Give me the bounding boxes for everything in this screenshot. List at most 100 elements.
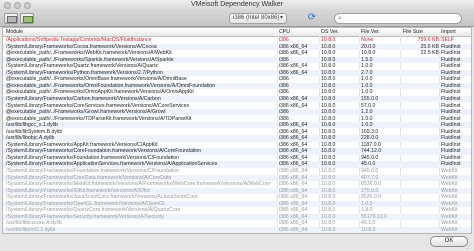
cell-file-ver: 1.0.0 <box>361 89 373 96</box>
cell-file-ver: 55179.13.0 <box>361 213 387 220</box>
cell-cpu: i386 <box>279 89 289 96</box>
cell-module: /System/Library/Frameworks/Foundation.fr… <box>6 154 179 161</box>
cell-import: WebKit <box>441 213 458 220</box>
table-row[interactable]: /System/Library/Frameworks/Carbon.framew… <box>3 95 471 103</box>
cell-import: FluidInst <box>441 154 461 161</box>
cell-os-ver: 10.8.0 <box>321 194 336 201</box>
window-icon <box>23 16 33 23</box>
cell-import: FluidInst <box>441 50 461 57</box>
cell-os-ver: 10.8.0 <box>321 63 336 70</box>
column-header-os-ver[interactable]: OS Ver. <box>321 29 339 35</box>
table-row[interactable]: @executable_path/../Frameworks/OmniFound… <box>3 82 471 90</box>
cell-cpu: i386 <box>279 82 289 89</box>
table-row[interactable]: /System/Library/Frameworks/Python.framew… <box>3 69 471 77</box>
table-row[interactable]: /System/Library/Frameworks/Quartz.framew… <box>3 63 471 70</box>
cell-file-ver: 1.0.0 <box>361 76 373 83</box>
table-row[interactable]: /System/Library/Frameworks/WebKit.framew… <box>3 181 471 188</box>
cell-module: /System/Library/Frameworks/CoreServices.… <box>6 102 190 109</box>
cell-file-ver: 407.7.0 <box>361 174 379 181</box>
resize-grip-icon[interactable]: ⋰ <box>466 243 472 250</box>
column-header-module[interactable]: Module <box>6 29 23 35</box>
cell-module: @executable_path/../Frameworks/WebKit.fr… <box>6 50 172 57</box>
refresh-icon[interactable]: ⟳ <box>306 12 318 24</box>
column-header-cpu[interactable]: CPU <box>279 29 290 35</box>
cell-file-ver: 8536.0.0 <box>361 181 382 188</box>
cell-cpu: i386 x86_64 <box>279 161 308 168</box>
table-row[interactable]: /System/Library/Frameworks/IOKit.framewo… <box>3 187 471 194</box>
cell-file-ver: 2.7.0 <box>361 69 373 76</box>
table-row[interactable]: /System/Library/Frameworks/CoreFoundatio… <box>3 148 471 155</box>
cell-os-ver: 10.8.0 <box>321 168 336 174</box>
table-row[interactable]: /System/Library/Frameworks/JavaScriptCor… <box>3 194 471 201</box>
cell-file-ver: 1.0.0 <box>361 200 373 207</box>
cell-cpu: i386 x86_64 <box>279 187 308 194</box>
cell-file-ver: 744.12.0 <box>361 148 382 155</box>
table-row[interactable]: /System/Library/Frameworks/CoreServices.… <box>3 102 471 109</box>
cell-cpu: i386 x86_64 <box>279 213 308 220</box>
cell-cpu: i386 x86_64 <box>279 194 308 201</box>
cell-file-ver: 1.2.0 <box>361 109 373 116</box>
cell-cpu: i386 x86_64 <box>279 102 308 109</box>
cell-import: FluidInst <box>441 102 461 109</box>
toolbar-left-button[interactable] <box>4 13 18 24</box>
table-row[interactable]: /usr/lib/libgcc_s.1.dylib i386 x86_64 10.8… <box>3 122 471 129</box>
cell-os-ver: 10.8.0 <box>321 207 336 214</box>
cell-os-ver: 10.8.0 <box>321 82 336 89</box>
table-row[interactable]: /usr/lib/libobjc.A.dylib i386 x86_64 10.8.… <box>3 135 471 142</box>
table-row[interactable]: @executable_path/../Frameworks/OmniAppKi… <box>3 89 471 96</box>
cell-file-size: 25.6 KB <box>420 43 439 50</box>
cell-file-ver: 57.0.0 <box>361 102 376 109</box>
table-row[interactable]: /System/Library/Frameworks/Foundation.fr… <box>3 154 471 161</box>
cell-import: FluidInst <box>441 122 461 129</box>
table-row[interactable]: /System/Library/Frameworks/AppKit.framew… <box>3 142 471 148</box>
table-row[interactable]: @executable_path/../Frameworks/OmniBase.… <box>3 76 471 83</box>
table-row[interactable]: /System/Library/Frameworks/ApplicationSe… <box>3 161 471 168</box>
cell-import: SELF <box>441 37 454 43</box>
toolbar-right-button[interactable] <box>20 13 34 24</box>
cell-module: /usr/lib/libicucore.A.dylib <box>6 220 62 227</box>
column-header-import[interactable]: Import <box>441 29 456 35</box>
cell-cpu: i386 <box>279 56 289 63</box>
column-header-file-ver[interactable]: File Ver. <box>361 29 380 35</box>
cell-cpu: i386 x86_64 <box>279 174 308 181</box>
cell-module: /System/Library/Frameworks/IOKit.framewo… <box>6 187 150 194</box>
cell-module: /System/Library/Frameworks/Quartz.framew… <box>6 63 158 70</box>
cell-file-ver: 275.0.0 <box>361 187 379 194</box>
table-row[interactable]: /usr/lib/libicucore.A.dylib i386 x86_64 10… <box>3 220 471 227</box>
table-row[interactable]: /System/Library/Frameworks/OpenGL.framew… <box>3 200 471 208</box>
architecture-select[interactable]: i386 (Intel 80x86) ▾ <box>229 13 287 24</box>
table-row[interactable]: /usr/lib/libxml2.2.dylib i386 x86_64 10.8.… <box>3 226 471 233</box>
table-row[interactable]: @executable_path/../Frameworks/TDParseKi… <box>3 115 471 122</box>
column-header-file-size[interactable]: File Size <box>403 29 423 35</box>
cell-cpu: i386 x86_64 <box>279 181 308 188</box>
table-row[interactable]: @executable_path/../Frameworks/WebKit.fr… <box>3 50 471 57</box>
cell-module: @executable_path/../Frameworks/Sparkle.f… <box>6 56 174 63</box>
cell-os-ver: 10.8.0 <box>321 95 336 102</box>
cell-file-ver: 1.8.0 <box>361 207 373 214</box>
cell-import: FluidInst <box>441 76 461 83</box>
search-input[interactable]: ⌕ <box>334 13 462 24</box>
cell-module: /System/Library/Frameworks/Security.fram… <box>6 213 164 220</box>
cell-module: @executable_path/../Frameworks/OmniAppKi… <box>6 89 194 96</box>
cell-import: WebKit <box>441 200 458 207</box>
cell-import: FluidInst <box>441 115 461 122</box>
table-row[interactable]: /System/Library/Frameworks/QuartzCore.fr… <box>3 207 471 214</box>
table-row[interactable]: /System/Library/Frameworks/Cocoa.framewo… <box>3 43 471 50</box>
cell-os-ver: 10.8.0 <box>321 154 336 161</box>
cell-os-ver: 10.8.0 <box>321 43 336 50</box>
table-row[interactable]: /System/Library/Frameworks/Security.fram… <box>3 213 471 221</box>
table-row[interactable]: /usr/lib/libSystem.B.dylib i386 x86_64 10.… <box>3 128 471 135</box>
table-row[interactable]: /System/Library/Frameworks/CoreData.fram… <box>3 174 471 181</box>
cell-cpu: i386 x86_64 <box>279 207 308 214</box>
cell-os-ver: 10.8.0 <box>321 122 336 129</box>
cell-file-size: 22.5 KB <box>420 50 439 57</box>
table-row[interactable]: @executable_path/../Frameworks/Sparkle.f… <box>3 56 471 63</box>
cell-os-ver: 10.8.0 <box>321 200 336 207</box>
table-row[interactable]: @executable_path/../Frameworks/Growl.fra… <box>3 109 471 116</box>
cell-import: FluidInst <box>441 109 461 116</box>
cell-os-ver: 10.8.0 <box>321 148 336 155</box>
table-row[interactable]: /Applications/Softpedia Testapp/Contents… <box>3 37 471 43</box>
ok-button[interactable]: OK <box>430 236 468 247</box>
cell-file-ver: 169.3.0 <box>361 128 379 135</box>
table-row[interactable]: /System/Library/Frameworks/Foundation.fr… <box>3 168 471 174</box>
